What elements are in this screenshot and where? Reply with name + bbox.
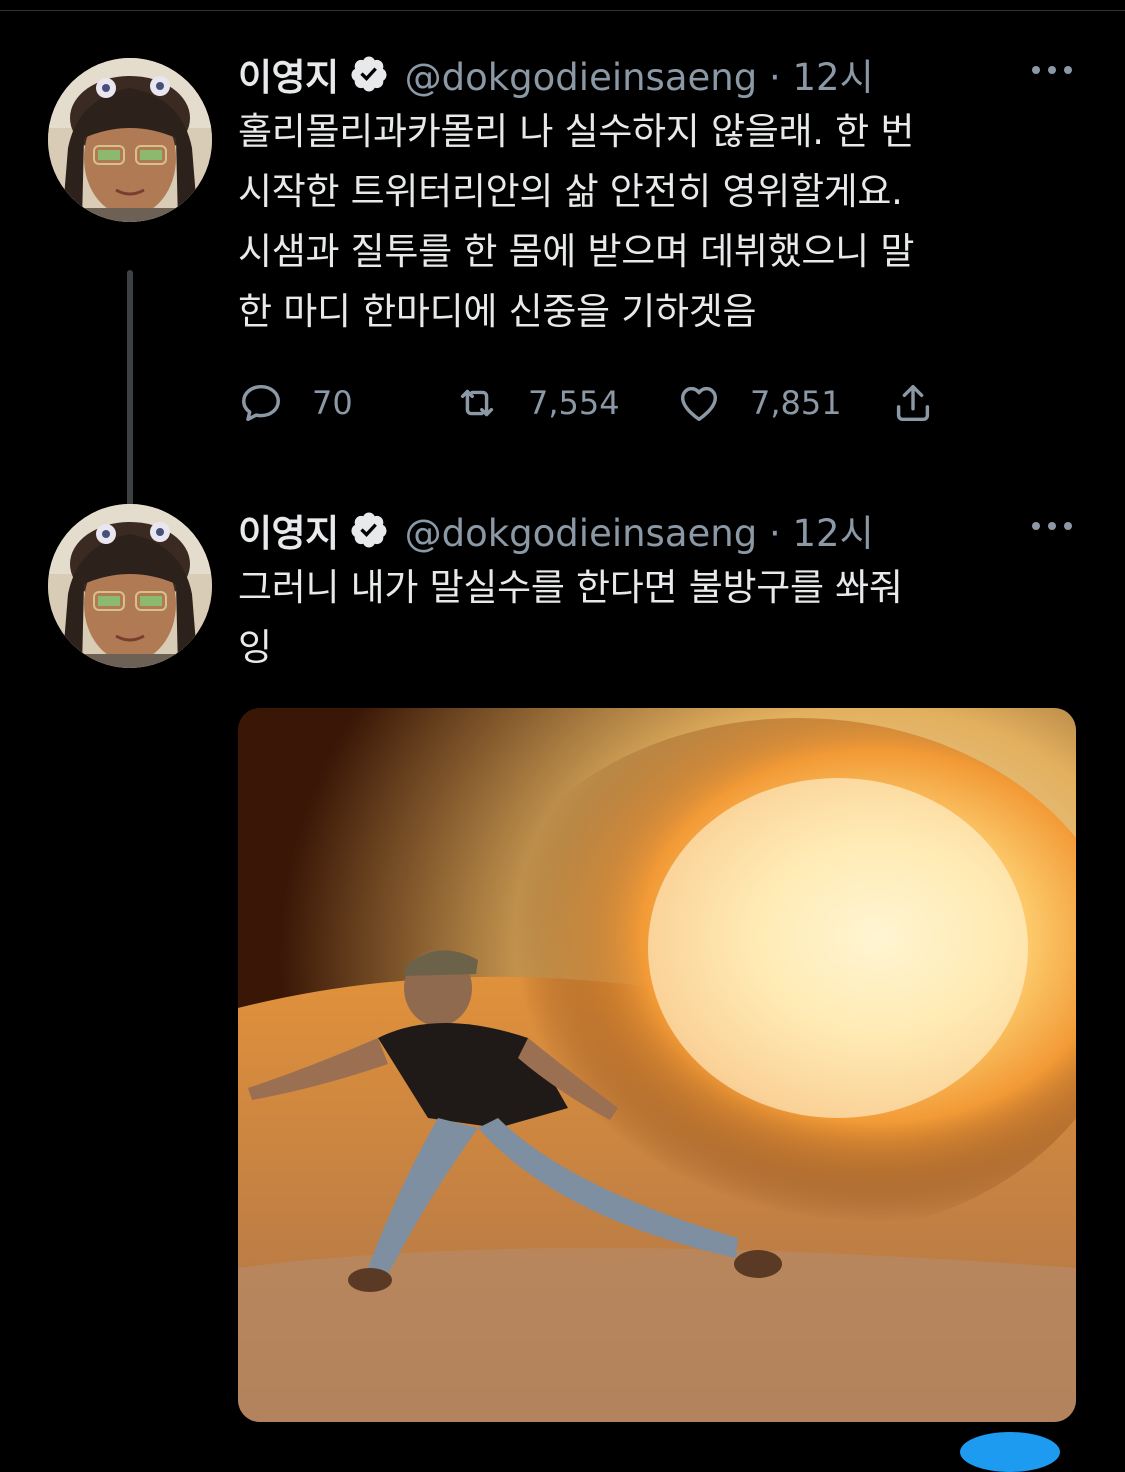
handle-and-time[interactable]: @dokgodieinsaeng · 12시 bbox=[405, 503, 874, 557]
handle-and-time[interactable]: @dokgodieinsaeng · 12시 bbox=[405, 47, 874, 101]
tweet-header: 이영지 @dokgodieinsaeng · 12시 bbox=[238, 500, 1078, 560]
share-icon bbox=[896, 384, 930, 422]
avatar[interactable] bbox=[48, 58, 212, 222]
avatar-image bbox=[48, 504, 212, 668]
verified-icon bbox=[351, 56, 387, 92]
like-count: 7,851 bbox=[750, 384, 842, 422]
tweet-text: 홀리몰리과카몰리 나 실수하지 않을래. 한 번 시작한 트위터리안의 삶 안전… bbox=[238, 110, 915, 333]
fire-breath-photo bbox=[238, 708, 1076, 1422]
tweet-actions: 70 7,554 7,851 bbox=[238, 376, 998, 430]
retweet-icon bbox=[460, 389, 494, 417]
avatar[interactable] bbox=[48, 504, 212, 668]
retweet-count: 7,554 bbox=[528, 384, 620, 422]
more-icon[interactable] bbox=[1030, 60, 1074, 80]
like-button[interactable]: 7,851 bbox=[676, 376, 842, 430]
tweet-header: 이영지 @dokgodieinsaeng · 12시 bbox=[238, 44, 1078, 104]
author-name[interactable]: 이영지 bbox=[238, 503, 339, 557]
author-name[interactable]: 이영지 bbox=[238, 47, 339, 101]
more-icon[interactable] bbox=[1030, 516, 1074, 536]
reply-count: 70 bbox=[312, 384, 353, 422]
tweet-media-image[interactable] bbox=[238, 708, 1076, 1422]
top-divider bbox=[0, 10, 1125, 11]
share-button[interactable] bbox=[890, 376, 936, 430]
retweet-button[interactable]: 7,554 bbox=[454, 376, 620, 430]
compose-button-edge[interactable] bbox=[960, 1432, 1060, 1472]
tweet[interactable]: 이영지 @dokgodieinsaeng · 12시 그러니 내가 말실수를 한… bbox=[0, 500, 1125, 1445]
like-icon bbox=[680, 386, 718, 422]
tweet[interactable]: 이영지 @dokgodieinsaeng · 12시 홀리몰리과카몰리 나 실수… bbox=[0, 44, 1125, 534]
reply-icon bbox=[242, 384, 280, 422]
reply-button[interactable]: 70 bbox=[238, 376, 353, 430]
verified-icon bbox=[351, 512, 387, 548]
avatar-image bbox=[48, 58, 212, 222]
tweet-text: 그러니 내가 말실수를 한다면 불방구를 쏴줘 잉 bbox=[238, 566, 903, 669]
thread-connector bbox=[127, 270, 133, 534]
